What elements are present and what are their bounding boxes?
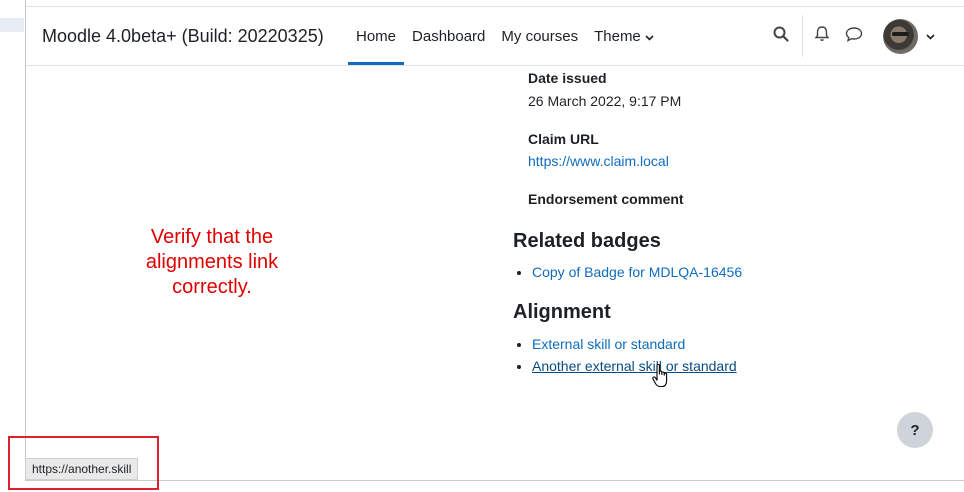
nav-dashboard[interactable]: Dashboard xyxy=(404,7,493,65)
date-issued-label: Date issued xyxy=(528,70,607,86)
highlight-box xyxy=(8,436,159,490)
user-menu-toggle[interactable] xyxy=(924,7,936,65)
verification-annotation: Verify that the alignments link correctl… xyxy=(112,225,312,300)
nav-dashboard-label: Dashboard xyxy=(412,27,486,45)
endorsement-comment-label: Endorsement comment xyxy=(528,191,684,207)
alignment-list: External skill or standard Another exter… xyxy=(513,333,737,377)
alignment-link-another-external-skill[interactable]: Another external skill or standard xyxy=(532,358,737,374)
top-navbar: Moodle 4.0beta+ (Build: 20220325) Home D… xyxy=(26,7,964,66)
chevron-down-icon xyxy=(645,28,654,45)
date-issued-value: 26 March 2022, 9:17 PM xyxy=(528,93,682,109)
related-badges-heading: Related badges xyxy=(513,230,661,252)
search-icon xyxy=(773,26,789,47)
nav-my-courses[interactable]: My courses xyxy=(493,7,586,65)
help-button[interactable]: ? xyxy=(897,412,933,448)
avatar[interactable] xyxy=(883,19,918,54)
alignment-heading: Alignment xyxy=(513,301,611,323)
notifications-button[interactable] xyxy=(812,7,832,65)
list-item: Another external skill or standard xyxy=(532,355,737,377)
tab-strip-edge xyxy=(26,0,964,7)
alignment-link-external-skill[interactable]: External skill or standard xyxy=(532,336,685,352)
site-name[interactable]: Moodle 4.0beta+ (Build: 20220325) xyxy=(42,26,324,47)
nav-theme-dropdown[interactable]: Theme xyxy=(586,7,662,65)
related-badges-list: Copy of Badge for MDLQA-16456 xyxy=(513,261,742,283)
chat-bubble-icon xyxy=(845,26,863,47)
bell-icon xyxy=(814,25,830,47)
annotation-line: correctly. xyxy=(172,276,252,298)
search-button[interactable] xyxy=(770,7,792,65)
list-item: Copy of Badge for MDLQA-16456 xyxy=(532,261,742,283)
annotation-line: Verify that the xyxy=(150,226,274,248)
browser-window: Moodle 4.0beta+ (Build: 20220325) Home D… xyxy=(25,0,964,481)
background-window-strip xyxy=(0,0,26,492)
chevron-down-icon xyxy=(925,27,935,45)
hand-pointer-cursor-icon xyxy=(652,363,670,395)
claim-url-label: Claim URL xyxy=(528,131,599,147)
nav-my-courses-label: My courses xyxy=(501,27,579,45)
nav-theme-label: Theme xyxy=(594,27,641,45)
navbar-divider xyxy=(802,15,803,57)
nav-home[interactable]: Home xyxy=(348,7,405,65)
nav-home-label: Home xyxy=(356,27,397,45)
related-badge-link[interactable]: Copy of Badge for MDLQA-16456 xyxy=(532,264,742,280)
claim-url-link[interactable]: https://www.claim.local xyxy=(528,153,669,169)
primary-navigation: Home Dashboard My courses Theme xyxy=(348,7,662,65)
annotation-line: alignments link xyxy=(145,251,279,273)
background-highlight xyxy=(0,18,24,32)
list-item: External skill or standard xyxy=(532,333,737,355)
messages-button[interactable] xyxy=(844,7,864,65)
